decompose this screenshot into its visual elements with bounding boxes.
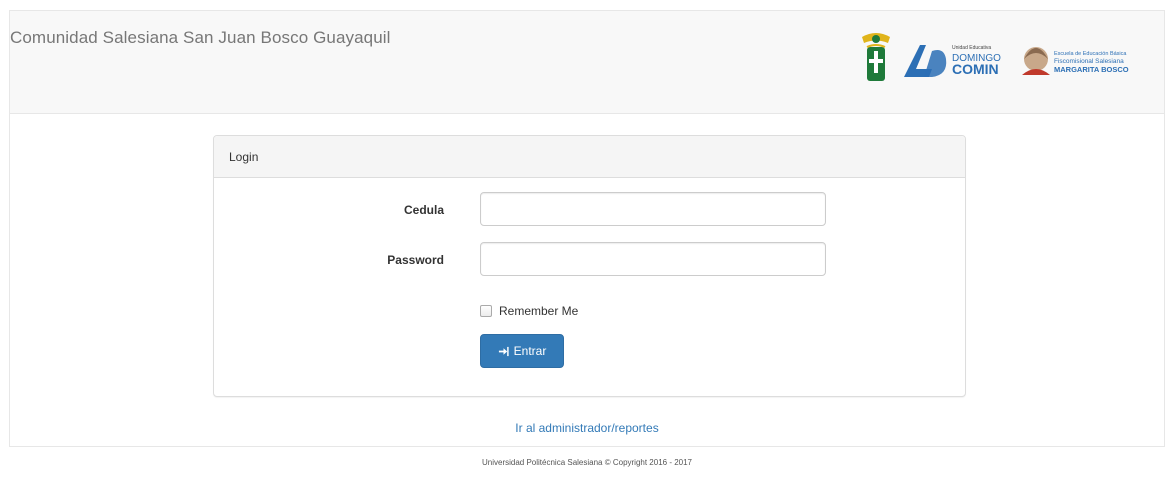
admin-reports-link[interactable]: Ir al administrador/reportes: [10, 421, 1164, 435]
shield-seal-icon: [862, 33, 890, 81]
bosco-line2: Fiscomisional Salesiana: [1054, 58, 1124, 65]
login-panel: Login Cedula Password Remember Me Entrar: [213, 135, 966, 397]
brand-title[interactable]: Comunidad Salesiana San Juan Bosco Guaya…: [10, 28, 391, 48]
password-input[interactable]: [480, 242, 826, 276]
cedula-input[interactable]: [480, 192, 826, 226]
seal-logo: [858, 29, 894, 89]
cedula-label: Cedula: [403, 203, 444, 217]
footer-copyright: Universidad Politécnica Salesiana © Copy…: [481, 458, 692, 467]
margarita-bosco-mark: Escuela de Educación Básica Fiscomisiona…: [1022, 47, 1129, 75]
bosco-line3: MARGARITA BOSCO: [1054, 65, 1129, 74]
entrar-button[interactable]: Entrar: [480, 334, 564, 368]
navbar: Comunidad Salesiana San Juan Bosco Guaya…: [10, 11, 1164, 114]
checkbox-icon[interactable]: [480, 305, 492, 317]
bosco-line1: Escuela de Educación Básica: [1054, 51, 1127, 57]
margarita-bosco-logo: Escuela de Educación Básica Fiscomisiona…: [1020, 29, 1160, 89]
entrar-label: Entrar: [513, 344, 547, 358]
logos: Unidad Educativa DOMINGO COMIN Escuela d…: [858, 29, 1158, 89]
comin-line2: COMIN: [952, 61, 999, 77]
domingo-comin-mark: Unidad Educativa DOMINGO COMIN: [904, 45, 1001, 77]
remember-me-row[interactable]: Remember Me: [480, 303, 578, 319]
page-frame: Comunidad Salesiana San Juan Bosco Guaya…: [9, 10, 1165, 447]
domingo-comin-logo: Unidad Educativa DOMINGO COMIN: [902, 29, 1012, 89]
remember-me-label[interactable]: Remember Me: [499, 304, 578, 318]
comin-small-text: Unidad Educativa: [952, 45, 991, 51]
panel-heading: Login: [214, 136, 965, 178]
password-label: Password: [387, 253, 444, 267]
sign-in-icon: [498, 346, 509, 356]
